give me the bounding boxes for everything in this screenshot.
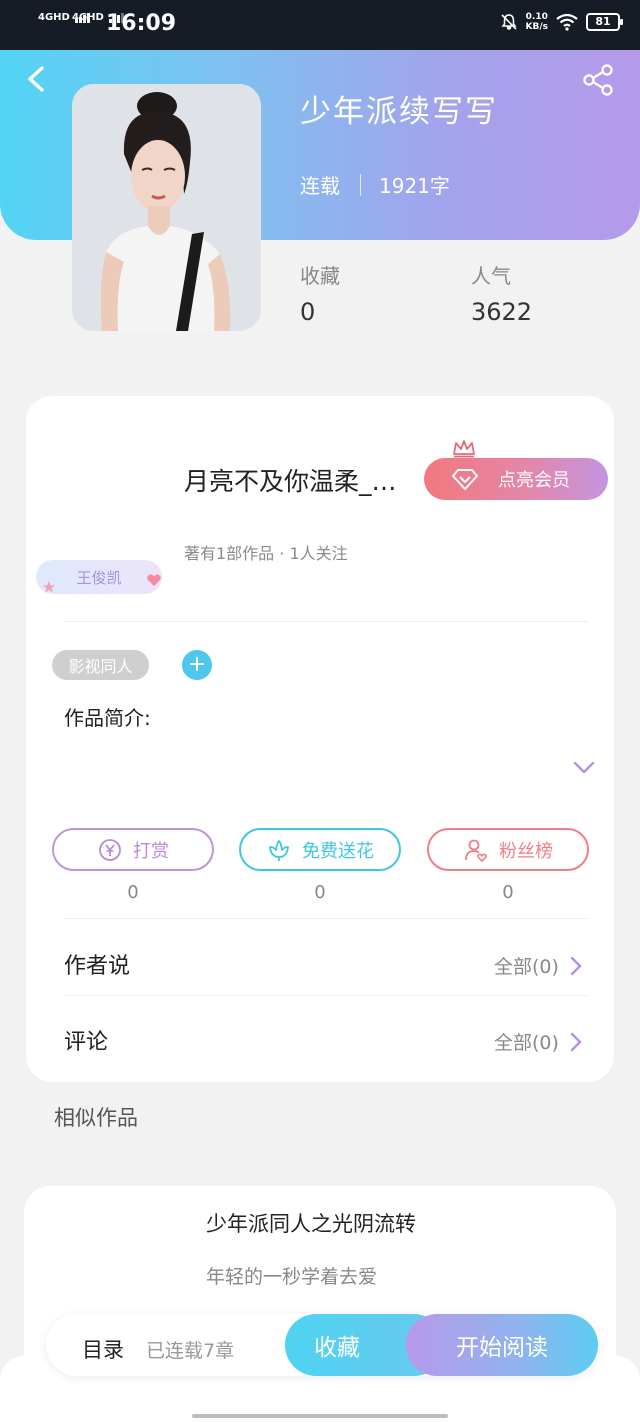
section-divider [64,995,588,996]
send-flower-button[interactable]: 免费送花 [239,828,401,871]
fan-ranking-icon [465,839,487,862]
heart-icon [147,574,161,586]
section-divider [64,918,588,919]
speed-unit: KB/s [525,22,548,32]
section-divider [64,621,588,622]
similar-work-title[interactable]: 少年派同人之光阴流转 [206,1208,416,1238]
similar-work-description: 年轻的一秒学着去爱 [206,1266,378,1288]
fan-badge-label: 王俊凯 [76,568,122,587]
popularity-label: 人气 [471,264,511,288]
flower-icon [269,839,289,861]
status-bar: 4GHD 4GHD 16:09 0.10 KB/s 81 [0,0,640,50]
clock: 16:09 [106,11,177,36]
diamond-icon [452,469,478,490]
favorites-count: 0 [300,298,316,326]
status-right: 0.10 KB/s 81 [500,12,623,32]
fan-ranking-button[interactable]: 粉丝榜 [427,828,589,871]
share-icon[interactable] [580,62,616,98]
star-icon [43,581,55,593]
tip-label: 打赏 [133,840,169,862]
author-notes-label[interactable]: 作者说 [64,948,130,980]
start-reading-button[interactable]: 开始阅读 [406,1314,598,1376]
author-stats: 著有1部作品 · 1人关注 [184,544,348,563]
synopsis-label: 作品简介: [64,706,151,730]
favorites-label: 收藏 [300,264,340,288]
author-name[interactable]: 月亮不及你温柔_… [184,462,422,498]
battery-indicator: 81 [586,13,623,31]
wifi-icon [556,13,578,31]
chapter-count: 已连载7章 [146,1340,235,1362]
crown-icon [453,440,475,458]
network-label-1: 4GHD [38,12,70,23]
flower-count: 0 [314,882,326,903]
mute-bell-icon [500,14,517,30]
tip-count: 0 [127,882,139,903]
add-to-favorites-label: 收藏 [314,1335,360,1361]
status-divider [360,173,361,196]
serial-status: 连载 [300,174,340,198]
network-speed: 0.10 KB/s [526,12,548,32]
network-label-2: 4GHD [72,12,104,23]
fan-ranking-label: 粉丝榜 [499,840,553,862]
yen-coin-icon [99,838,121,861]
activate-vip-button[interactable]: 点亮会员 [424,458,608,500]
back-arrow-icon[interactable] [20,62,54,96]
book-cover-image[interactable] [72,84,261,331]
similar-works-heading: 相似作品 [54,1106,138,1130]
word-count: 1921字 [379,174,450,198]
book-title: 少年派续写写 [300,94,498,130]
home-indicator[interactable] [192,1414,448,1418]
author-notes-count: 全部(0) [494,956,559,978]
comments-label[interactable]: 评论 [64,1024,108,1056]
comments-all-link[interactable]: 全部(0) [494,1028,583,1055]
genre-tag[interactable]: 影视同人 [52,650,149,680]
book-status-row: 连载 1921字 [300,170,450,199]
fan-ranking-count: 0 [502,882,514,903]
start-reading-label: 开始阅读 [456,1335,548,1361]
table-of-contents-button[interactable]: 目录 [82,1334,124,1364]
speed-value: 0.10 [525,12,548,22]
cover-portrait-illustration [72,84,261,331]
chevron-right-icon [570,956,582,975]
author-notes-all-link[interactable]: 全部(0) [494,952,583,979]
popularity-count: 3622 [471,298,533,326]
vip-button-label: 点亮会员 [498,470,570,491]
chevron-right-icon [570,1032,582,1051]
tip-button[interactable]: 打赏 [52,828,214,871]
send-flower-label: 免费送花 [302,840,374,862]
comments-count: 全部(0) [494,1032,559,1054]
chevron-down-icon[interactable] [572,758,596,778]
add-tag-button[interactable]: + [182,650,212,680]
